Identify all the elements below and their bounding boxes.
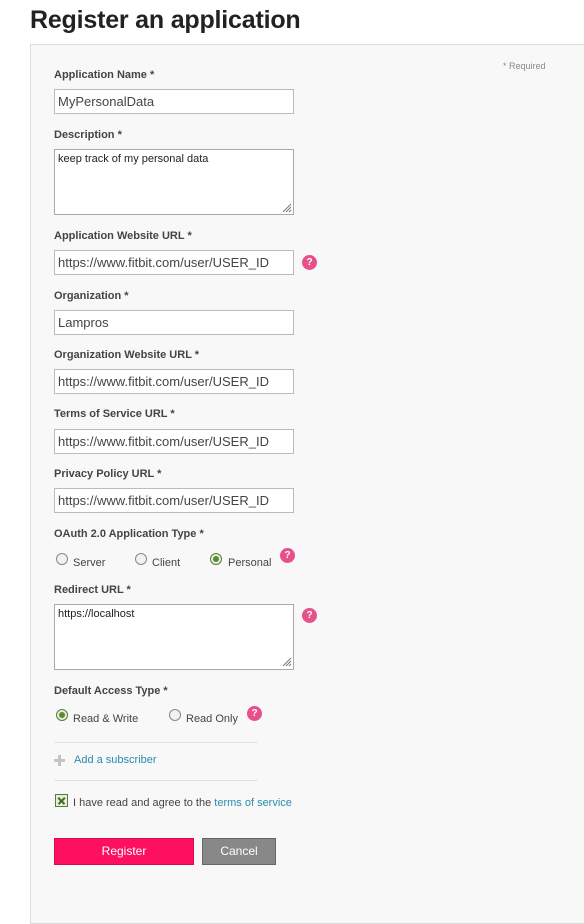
oauth-server-radio[interactable] (56, 553, 68, 565)
website-url-help-icon[interactable]: ? (302, 255, 317, 270)
access-read-only-radio[interactable] (169, 709, 181, 721)
website-url-input[interactable] (54, 250, 294, 275)
description-textarea[interactable]: keep track of my personal data (54, 149, 294, 215)
terms-of-service-link[interactable]: terms of service (214, 797, 292, 809)
agree-terms-text: I have read and agree to the terms of se… (73, 797, 292, 809)
organization-label: Organization * (54, 290, 129, 302)
tos-url-label: Terms of Service URL * (54, 408, 175, 420)
app-name-label: Application Name * (54, 69, 155, 81)
access-read-write-radio[interactable] (56, 709, 68, 721)
divider (54, 742, 258, 743)
organization-input[interactable] (54, 310, 294, 335)
redirect-url-textarea[interactable]: https://localhost (54, 604, 294, 670)
oauth-personal-label: Personal (228, 557, 272, 569)
privacy-url-label: Privacy Policy URL * (54, 468, 162, 480)
oauth-client-label: Client (152, 557, 181, 569)
oauth-personal-radio[interactable] (210, 553, 222, 565)
agree-terms-checkbox[interactable] (55, 794, 68, 807)
resize-grip-icon[interactable] (282, 203, 292, 213)
access-read-write-label: Read & Write (73, 713, 139, 725)
resize-grip-icon[interactable] (282, 657, 292, 667)
oauth-server-label: Server (73, 557, 106, 569)
tos-url-input[interactable] (54, 429, 294, 454)
add-subscriber-link[interactable]: Add a subscriber (74, 754, 157, 766)
agree-terms-label: I have read and agree to the (73, 797, 212, 809)
description-label: Description * (54, 129, 122, 141)
cancel-button[interactable]: Cancel (202, 838, 276, 865)
oauth-type-label: OAuth 2.0 Application Type * (54, 528, 204, 540)
redirect-url-help-icon[interactable]: ? (302, 608, 317, 623)
redirect-url-label: Redirect URL * (54, 584, 131, 596)
access-type-label: Default Access Type * (54, 685, 168, 697)
page-title: Register an application (30, 6, 301, 34)
plus-icon[interactable] (54, 755, 65, 766)
divider (54, 780, 258, 781)
privacy-url-input[interactable] (54, 488, 294, 513)
required-note: * Required (503, 61, 546, 71)
oauth-type-help-icon[interactable]: ? (280, 548, 295, 563)
access-read-only-label: Read Only (186, 713, 238, 725)
website-url-label: Application Website URL * (54, 230, 192, 242)
app-name-input[interactable] (54, 89, 294, 114)
org-website-url-label: Organization Website URL * (54, 349, 200, 361)
org-website-url-input[interactable] (54, 369, 294, 394)
access-type-help-icon[interactable]: ? (247, 706, 262, 721)
register-button[interactable]: Register (54, 838, 194, 865)
oauth-client-radio[interactable] (135, 553, 147, 565)
